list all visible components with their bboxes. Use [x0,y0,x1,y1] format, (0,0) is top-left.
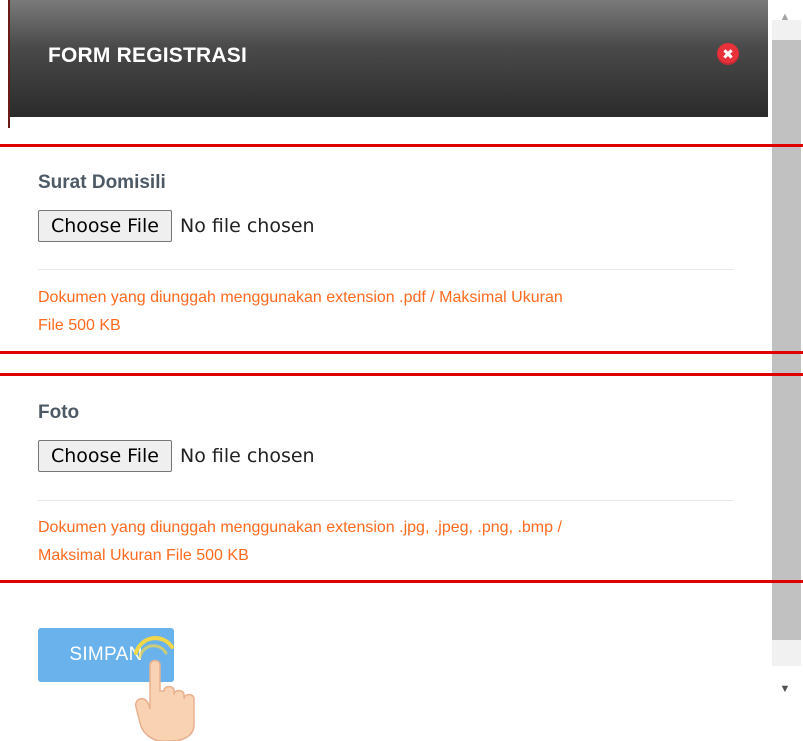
upload-section-foto: Foto Choose File No file chosen Dokumen … [38,402,734,572]
highlight-line-bottom-1 [0,351,803,354]
modal-title: FORM REGISTRASI [48,44,248,67]
scroll-down-icon[interactable]: ▼ [776,682,794,696]
header-accent [8,117,10,128]
file-hint-line: Dokumen yang diunggah menggunakan extens… [38,289,563,306]
highlight-line-top-2 [0,373,803,376]
field-label: Foto [38,402,80,423]
divider [38,269,734,270]
file-hint: Dokumen yang diunggah menggunakan extens… [38,284,734,340]
highlight-line-top-1 [0,144,803,147]
divider [38,500,734,501]
choose-file-button[interactable]: Choose File [38,210,172,242]
file-hint-line: File 500 KB [38,317,121,334]
file-hint-line: Maksimal Ukuran File 500 KB [38,547,249,564]
scroll-up-icon[interactable]: ▲ [776,10,794,24]
file-status: No file chosen [179,445,315,467]
file-hint: Dokumen yang diunggah menggunakan extens… [38,514,734,570]
scrollbar-thumb[interactable] [772,40,801,640]
file-hint-line: Dokumen yang diunggah menggunakan extens… [38,519,562,536]
file-status: No file chosen [179,215,315,237]
modal-header: FORM REGISTRASI ✖ [8,0,770,117]
highlight-line-bottom-2 [0,580,803,583]
choose-file-button[interactable]: Choose File [38,440,172,472]
field-label: Surat Domisili [38,172,166,193]
pointing-hand-icon [134,636,195,741]
file-input-foto[interactable]: Choose File No file chosen [38,440,315,472]
file-input-surat-domisili[interactable]: Choose File No file chosen [38,210,315,242]
close-icon[interactable]: ✖ [717,43,739,65]
upload-section-surat-domisili: Surat Domisili Choose File No file chose… [38,172,734,342]
